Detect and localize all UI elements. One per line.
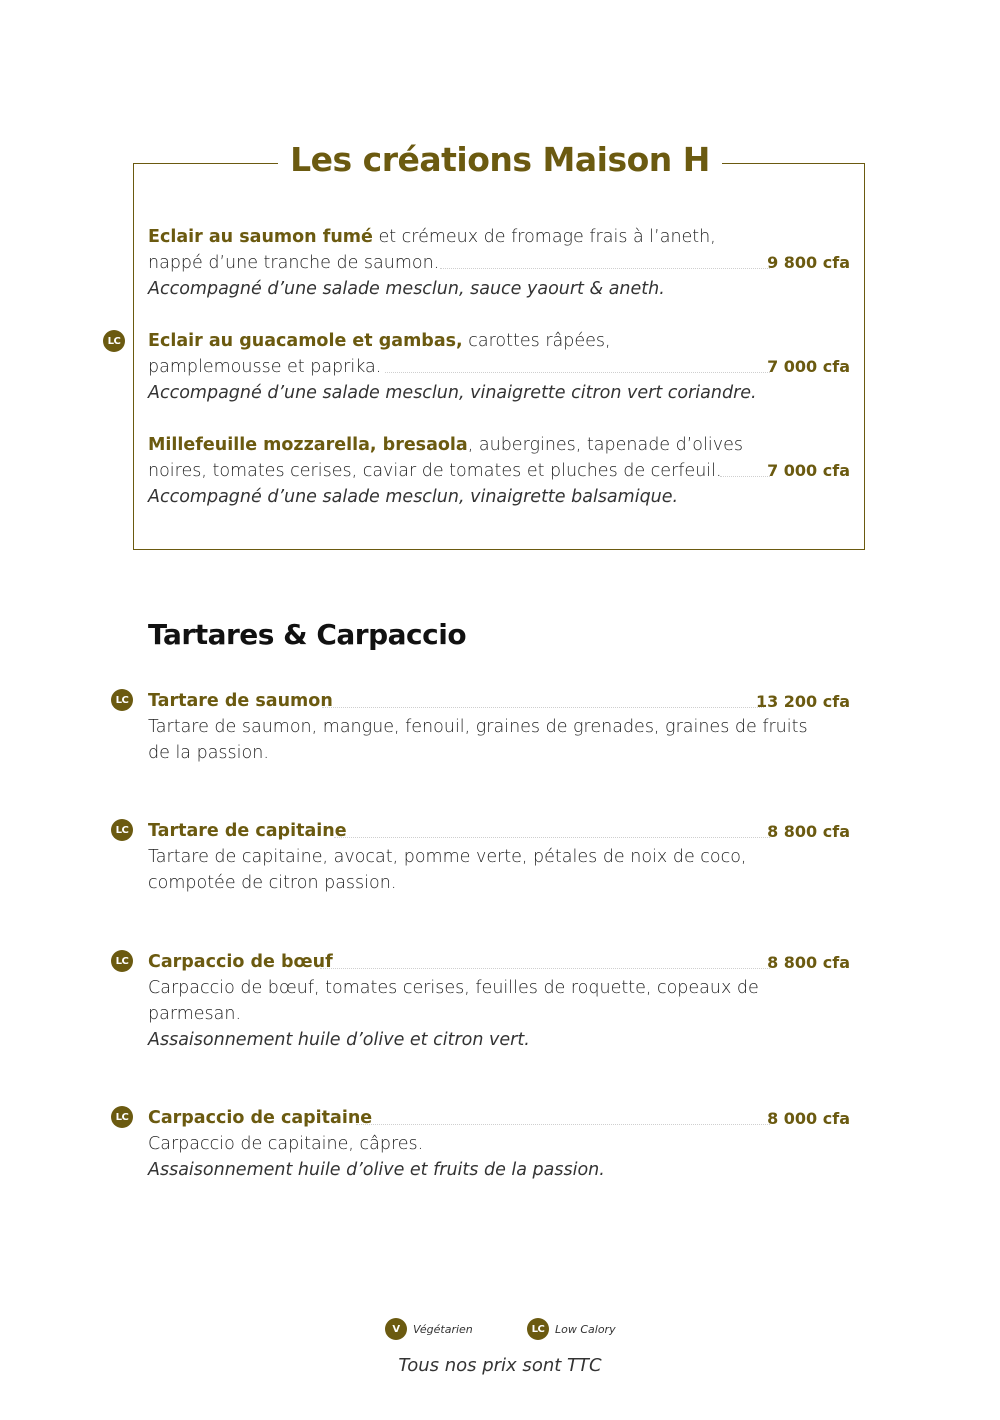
low-calory-badge-icon: LC xyxy=(103,330,125,352)
dotted-leader xyxy=(440,268,770,269)
legend-low-calory: LC Low Calory xyxy=(527,1318,616,1340)
low-calory-badge-icon: LC xyxy=(111,1106,133,1128)
creation-item-3-line-1: Millefeuille mozzarella, bresaola, auber… xyxy=(148,432,743,458)
dish-name-line: Tartare de saumon xyxy=(148,688,333,714)
dish-desc-line: de la passion. xyxy=(148,743,269,763)
dish-desc-line: Tartare de saumon, mangue, fenouil, grai… xyxy=(148,717,808,737)
dotted-leader xyxy=(356,1124,770,1125)
dish-name: Eclair au guacamole et gambas, xyxy=(148,331,463,351)
dish-price: 9 800 cfa xyxy=(767,253,850,272)
section-title-tartares: Tartares & Carpaccio xyxy=(148,618,467,651)
dish-price: 13 200 cfa xyxy=(755,692,850,711)
footer-note: Tous nos prix sont TTC xyxy=(398,1355,602,1376)
creation-item-2-line-1: Eclair au guacamole et gambas, carottes … xyxy=(148,328,611,354)
dish-price: 7 000 cfa xyxy=(767,357,850,376)
dish-desc-line: Carpaccio de bœuf, tomates cerises, feui… xyxy=(148,978,759,998)
dish-desc-line: noires, tomates cerises, caviar de tomat… xyxy=(148,461,722,481)
dish-price: 8 800 cfa xyxy=(767,822,850,841)
dish-accompaniment: Accompagné d’une salade mesclun, vinaigr… xyxy=(148,487,679,507)
dish-desc: carottes râpées, xyxy=(462,331,611,351)
dotted-leader xyxy=(322,707,764,708)
dish-price: 8 000 cfa xyxy=(767,1109,850,1128)
dish-desc-line: parmesan. xyxy=(148,1004,242,1024)
dish-desc-line: Carpaccio de capitaine, câpres. xyxy=(148,1134,424,1154)
dish-accompaniment: Assaisonnement huile d’olive et fruits d… xyxy=(148,1160,605,1180)
dish-accompaniment: Assaisonnement huile d’olive et citron v… xyxy=(148,1030,530,1050)
dotted-leader xyxy=(320,968,770,969)
dish-name-line: Carpaccio de capitaine xyxy=(148,1105,372,1131)
low-calory-badge-icon: LC xyxy=(111,689,133,711)
legend-label: Low Calory xyxy=(555,1322,616,1336)
dish-name: Eclair au saumon fumé xyxy=(148,227,373,247)
low-calory-badge-icon: LC xyxy=(527,1318,549,1340)
dish-desc: , aubergines, tapenade d’olives xyxy=(467,435,743,455)
dotted-leader xyxy=(334,837,770,838)
dish-name: Tartare de saumon xyxy=(148,691,333,711)
dotted-leader xyxy=(720,476,770,477)
creation-item-1-line-1: Eclair au saumon fumé et crémeux de from… xyxy=(148,224,716,250)
dish-desc-line: Tartare de capitaine, avocat, pomme vert… xyxy=(148,847,747,867)
dish-name: Carpaccio de capitaine xyxy=(148,1108,373,1128)
dish-accompaniment: Accompagné d’une salade mesclun, sauce y… xyxy=(148,279,665,299)
dish-name: Tartare de capitaine xyxy=(148,821,347,841)
dish-desc-line: pamplemousse et paprika. xyxy=(148,357,382,377)
dish-name-line: Tartare de capitaine xyxy=(148,818,347,844)
dish-desc-line: compotée de citron passion. xyxy=(148,873,397,893)
dish-name: Millefeuille mozzarella, bresaola xyxy=(148,435,468,455)
low-calory-badge-icon: LC xyxy=(111,819,133,841)
dish-desc-line: nappé d’une tranche de saumon. xyxy=(148,253,440,273)
legend-label: Végétarien xyxy=(413,1322,473,1336)
dish-price: 7 000 cfa xyxy=(767,461,850,480)
dish-name: Carpaccio de bœuf xyxy=(148,952,333,972)
vegetarian-badge-icon: V xyxy=(385,1318,407,1340)
dish-name-line: Carpaccio de bœuf xyxy=(148,949,333,975)
legend-vegetarian: V Végétarien xyxy=(385,1318,473,1340)
dish-price: 8 800 cfa xyxy=(767,953,850,972)
low-calory-badge-icon: LC xyxy=(111,950,133,972)
dotted-leader xyxy=(385,372,770,373)
dish-desc: et crémeux de fromage frais à l’aneth, xyxy=(372,227,716,247)
dish-accompaniment: Accompagné d’une salade mesclun, vinaigr… xyxy=(148,383,757,403)
